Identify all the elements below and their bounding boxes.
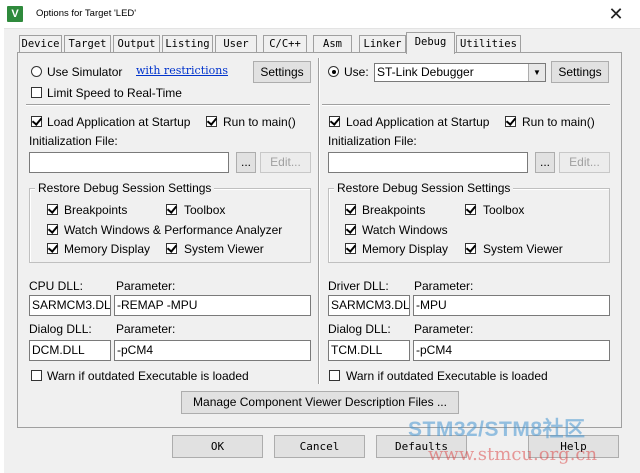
driver-param-label: Parameter:	[414, 279, 474, 293]
right-separator	[322, 104, 610, 106]
left-dialog-param-label: Parameter:	[116, 322, 176, 336]
right-run-to-main-checkbox[interactable]	[505, 116, 516, 127]
right-init-file-input[interactable]	[328, 152, 528, 173]
right-memory-label[interactable]: Memory Display	[362, 242, 448, 256]
driver-param-input[interactable]: -MPU	[413, 295, 610, 316]
right-load-app-checkbox[interactable]	[329, 116, 340, 127]
driver-dll-label: Driver DLL:	[328, 279, 389, 293]
tab-debug[interactable]: Debug	[406, 32, 455, 54]
left-dialog-param-input[interactable]: -pCM4	[114, 340, 311, 361]
ok-button[interactable]: OK	[172, 435, 263, 458]
cpu-dll-input[interactable]: SARMCM3.DLL	[29, 295, 111, 316]
right-restore-title: Restore Debug Session Settings	[334, 181, 514, 195]
simulator-settings-button[interactable]: Settings	[253, 61, 311, 83]
use-simulator-label[interactable]: Use Simulator	[47, 65, 122, 79]
right-edit-button[interactable]: Edit...	[559, 152, 610, 173]
left-edit-button[interactable]: Edit...	[260, 152, 311, 173]
manage-component-viewer-button[interactable]: Manage Component Viewer Description File…	[181, 391, 459, 414]
right-load-app-label[interactable]: Load Application at Startup	[346, 115, 489, 129]
debugger-select-value: ST-Link Debugger	[377, 65, 474, 79]
limit-speed-checkbox[interactable]	[31, 87, 42, 98]
left-system-viewer-label[interactable]: System Viewer	[184, 242, 264, 256]
left-watch-checkbox[interactable]	[47, 224, 58, 235]
window-title: Options for Target 'LED'	[36, 8, 137, 19]
right-browse-button[interactable]: ...	[535, 152, 555, 173]
left-toolbox-label[interactable]: Toolbox	[184, 203, 225, 217]
right-watch-checkbox[interactable]	[345, 224, 356, 235]
debugger-settings-button[interactable]: Settings	[551, 61, 609, 83]
left-run-to-main-checkbox[interactable]	[206, 116, 217, 127]
cpu-param-input[interactable]: -REMAP -MPU	[114, 295, 311, 316]
left-memory-checkbox[interactable]	[47, 243, 58, 254]
left-warn-checkbox[interactable]	[31, 370, 42, 381]
tab-target[interactable]: Target	[64, 35, 111, 53]
left-browse-button[interactable]: ...	[236, 152, 256, 173]
with-restrictions-link[interactable]: with restrictions	[136, 64, 228, 77]
right-toolbox-label[interactable]: Toolbox	[483, 203, 524, 217]
left-load-app-checkbox[interactable]	[31, 116, 42, 127]
debugger-select[interactable]: ST-Link Debugger ▼	[374, 63, 546, 82]
left-load-app-label[interactable]: Load Application at Startup	[47, 115, 190, 129]
left-restore-title: Restore Debug Session Settings	[35, 181, 215, 195]
use-simulator-radio[interactable]	[31, 66, 42, 77]
left-separator	[26, 104, 310, 106]
left-dialog-dll-label: Dialog DLL:	[29, 322, 92, 336]
right-breakpoints-checkbox[interactable]	[345, 204, 356, 215]
right-breakpoints-label[interactable]: Breakpoints	[362, 203, 425, 217]
left-toolbox-checkbox[interactable]	[166, 204, 177, 215]
title-bar: V Options for Target 'LED' ✕	[0, 0, 640, 29]
tab-device[interactable]: Device	[19, 35, 62, 53]
tab-linker[interactable]: Linker	[359, 35, 406, 53]
use-debugger-radio[interactable]	[328, 66, 339, 77]
tab-c-cpp[interactable]: C/C++	[263, 35, 307, 53]
left-memory-label[interactable]: Memory Display	[64, 242, 150, 256]
tab-asm[interactable]: Asm	[313, 35, 352, 53]
cpu-dll-label: CPU DLL:	[29, 279, 84, 293]
left-init-file-input[interactable]	[29, 152, 229, 173]
tab-output[interactable]: Output	[113, 35, 160, 53]
right-run-to-main-label[interactable]: Run to main()	[522, 115, 595, 129]
close-icon[interactable]: ✕	[596, 2, 636, 26]
tab-utilities[interactable]: Utilities	[456, 35, 521, 53]
right-dialog-dll-label: Dialog DLL:	[328, 322, 391, 336]
watermark-url: www.stmcu.org.cn	[428, 444, 598, 465]
left-system-viewer-checkbox[interactable]	[166, 243, 177, 254]
right-warn-label[interactable]: Warn if outdated Executable is loaded	[346, 369, 548, 383]
right-dialog-param-label: Parameter:	[414, 322, 474, 336]
cpu-param-label: Parameter:	[116, 279, 176, 293]
tab-user[interactable]: User	[215, 35, 257, 53]
chevron-down-icon[interactable]: ▼	[528, 64, 545, 81]
left-init-file-label: Initialization File:	[29, 134, 118, 148]
driver-dll-input[interactable]: SARMCM3.DLL	[328, 295, 410, 316]
limit-speed-label[interactable]: Limit Speed to Real-Time	[47, 86, 182, 100]
use-label[interactable]: Use:	[344, 65, 369, 79]
watermark-text: STM32/STM8社区	[408, 418, 586, 441]
left-warn-label[interactable]: Warn if outdated Executable is loaded	[47, 369, 249, 383]
right-system-viewer-label[interactable]: System Viewer	[483, 242, 563, 256]
background-editor-strip	[0, 28, 4, 473]
left-breakpoints-checkbox[interactable]	[47, 204, 58, 215]
right-init-file-label: Initialization File:	[328, 134, 417, 148]
right-warn-checkbox[interactable]	[329, 370, 340, 381]
app-icon: V	[7, 6, 23, 22]
left-dialog-dll-input[interactable]: DCM.DLL	[29, 340, 111, 361]
left-watch-label[interactable]: Watch Windows & Performance Analyzer	[64, 223, 282, 237]
right-memory-checkbox[interactable]	[345, 243, 356, 254]
right-watch-label[interactable]: Watch Windows	[362, 223, 448, 237]
tab-listing[interactable]: Listing	[162, 35, 213, 53]
vertical-divider	[318, 58, 320, 384]
right-toolbox-checkbox[interactable]	[465, 204, 476, 215]
left-breakpoints-label[interactable]: Breakpoints	[64, 203, 127, 217]
right-system-viewer-checkbox[interactable]	[465, 243, 476, 254]
cancel-button[interactable]: Cancel	[274, 435, 365, 458]
right-dialog-param-input[interactable]: -pCM4	[413, 340, 610, 361]
left-run-to-main-label[interactable]: Run to main()	[223, 115, 296, 129]
right-dialog-dll-input[interactable]: TCM.DLL	[328, 340, 410, 361]
